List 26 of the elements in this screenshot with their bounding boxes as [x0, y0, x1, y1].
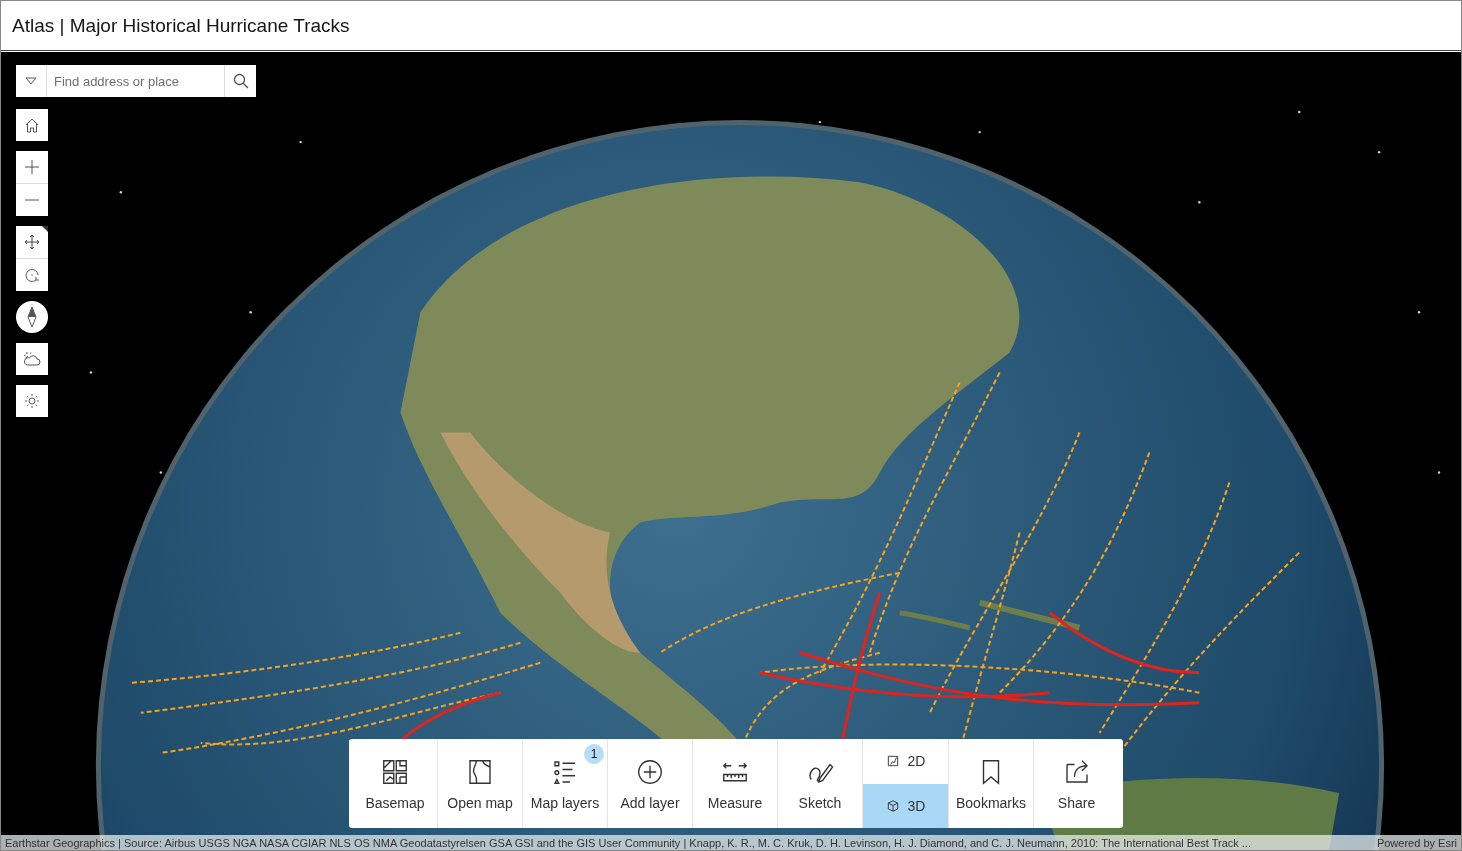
- plus-icon: [24, 159, 40, 175]
- sun-cloud-icon: [23, 351, 41, 367]
- compass-button[interactable]: [16, 301, 48, 333]
- zoom-out-button[interactable]: [16, 184, 48, 216]
- view-mode-option[interactable]: 3D: [863, 783, 948, 828]
- count-badge: 1: [584, 744, 604, 764]
- cube-icon: [885, 798, 900, 813]
- zoom-in-button[interactable]: [16, 151, 48, 183]
- sun-icon: [24, 393, 40, 409]
- rotate-icon: [24, 267, 40, 283]
- compass-icon: [27, 306, 37, 328]
- search-source-dropdown[interactable]: [16, 65, 47, 97]
- move-arrows-icon: [24, 234, 40, 250]
- home-icon: [24, 117, 40, 133]
- daylight-button[interactable]: [16, 385, 48, 417]
- search-field[interactable]: Find address or place: [47, 65, 224, 97]
- search-button[interactable]: [224, 65, 256, 97]
- weather-button[interactable]: [16, 343, 48, 375]
- app-title: Atlas | Major Historical Hurricane Tracks: [12, 14, 350, 37]
- home-button[interactable]: [16, 109, 48, 141]
- powered-by-link[interactable]: Powered by Esri: [1376, 836, 1457, 849]
- caret-icon: [25, 77, 37, 85]
- attribution-text: Earthstar Geographics | Source: Airbus USGS NGA NASA CGIAR NLS OS NMA Geodatastyrelsen GSA GSI and the GIS User Community | Knapp, K. R., M. C. Kruk, D. H. Levinson, H. J. Diamond, and C. J. Neumann, 2010: The International Best Track ...: [5, 836, 1251, 849]
- minus-icon: [24, 199, 40, 201]
- pan-button[interactable]: [16, 226, 48, 258]
- search-icon: [232, 73, 249, 89]
